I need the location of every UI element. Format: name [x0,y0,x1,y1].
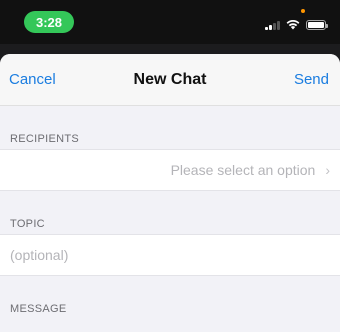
recipients-header: RECIPIENTS [10,133,80,145]
signal-icon [265,20,280,30]
recipients-value: Please select an option [170,162,316,178]
wifi-icon [286,20,300,30]
topic-header: TOPIC [10,218,45,230]
battery-icon [306,20,328,30]
topic-input[interactable] [10,247,330,263]
status-time[interactable]: 3:28 [24,11,74,33]
nav-bar: Cancel New Chat Send [0,54,340,106]
new-chat-sheet: Cancel New Chat Send RECIPIENTS Please s… [0,54,340,332]
cancel-button[interactable]: Cancel [9,71,56,88]
status-icons [265,18,328,30]
topic-row [0,234,340,276]
recipients-picker[interactable]: Please select an option › [0,149,340,191]
status-bar: 3:28 [0,0,340,44]
send-button[interactable]: Send [294,71,329,88]
message-header: MESSAGE [10,303,67,315]
privacy-indicator [301,9,305,13]
chevron-right-icon: › [325,162,330,178]
